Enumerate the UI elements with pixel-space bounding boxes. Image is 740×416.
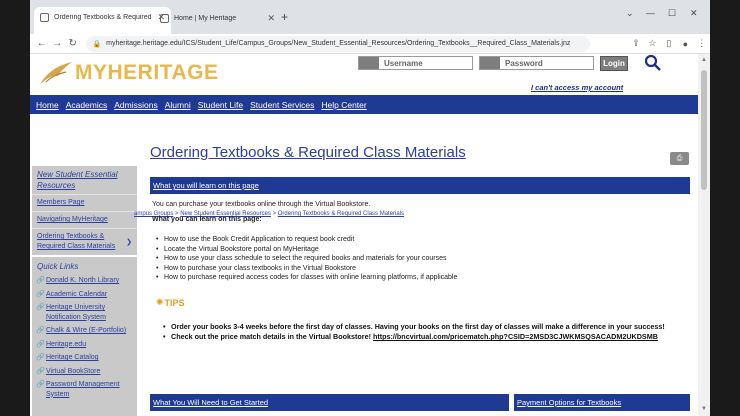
link-icon: 🔗 [36,381,45,388]
nav-student-services[interactable]: Student Services [250,100,314,110]
nav-alumni[interactable]: Alumni [165,100,191,110]
user-icon [359,57,379,69]
back-icon[interactable]: ← [34,38,49,49]
nav-student-life[interactable]: Student Life [198,100,243,110]
quick-link[interactable]: 🔗 Heritage.edu [32,338,137,352]
username-field[interactable]: Username [358,56,473,70]
address-bar: ← → ↻ 🔒 myheritage.heritage.edu/ICS/Stud… [30,34,710,54]
learn-section-bar[interactable]: What you will learn on this page [150,177,690,194]
url-field[interactable]: 🔒 myheritage.heritage.edu/ICS/Student_Li… [86,35,590,52]
link-icon: 🔗 [36,340,45,348]
scroll-thumb[interactable] [701,70,707,190]
sidebar-group-new-student[interactable]: New Student Essential Resources [32,166,137,194]
sidebar-item-members-page[interactable]: Members Page [32,194,137,211]
sidebar: New Student Essential Resources Members … [32,166,137,416]
page-icon [40,12,49,22]
quick-link[interactable]: 🔗 Donald K. North Library [32,274,137,288]
sidepanel-icon[interactable]: ▯ [661,38,677,49]
login-button[interactable]: Login [600,56,628,71]
cant-access-link[interactable]: I can't access my account [531,83,623,92]
bird-logo-icon [40,62,72,84]
link-icon: 🔗 [36,327,45,334]
tab-ordering-textbooks[interactable]: Ordering Textbooks & Required ✕ [34,7,171,34]
tab-home[interactable]: Home | My Heritage ✕ [154,8,281,28]
reload-icon[interactable]: ↻ [65,38,80,49]
star-icon[interactable]: ☆ [644,38,660,49]
profile-icon[interactable]: ● [677,39,693,49]
sidebar-item-navigating[interactable]: Navigating MyHeritage [32,211,137,228]
learn-list: How to use the Book Credit Application t… [156,235,457,283]
scroll-down-icon[interactable]: ▼ [701,406,707,412]
learn-heading: What you can learn on this page: [152,216,262,223]
price-match-link[interactable]: https://bncvirtual.com/pricematch.php?CS… [373,332,658,341]
tips-badge: ✺ TIPS [156,297,185,308]
quick-link[interactable]: 🔗 Virtual BookStore [32,365,137,379]
search-icon[interactable] [644,54,662,72]
get-started-bar[interactable]: What You Will Need to Get Started [150,394,509,411]
link-icon: 🔗 [36,304,45,311]
quick-link[interactable]: 🔗 Password Management System [32,378,137,401]
forward-icon[interactable]: → [49,38,64,49]
chevron-down-icon[interactable]: ⌄ [626,8,634,19]
page-title: Ordering Textbooks & Required Class Mate… [150,144,466,161]
maximize-icon[interactable]: ☐ [668,8,676,19]
share-icon[interactable]: ⇪ [628,38,644,49]
quick-link[interactable]: 🔗 Heritage University Notification System [32,301,137,324]
main-nav: Home Academics Admissions Alumni Student… [30,95,698,114]
quick-links-heading: Quick Links [32,255,137,274]
password-field[interactable]: Password [479,56,594,70]
tip-item: Order your books 3-4 weeks before the fi… [163,322,691,332]
chevron-down-icon[interactable]: ❯ [126,238,132,248]
list-item: How to use the Book Credit Application t… [156,235,457,245]
payment-options-bar[interactable]: Payment Options for Textbooks [514,394,690,411]
print-icon[interactable]: ⎙ [670,152,689,165]
quick-link[interactable]: 🔗 Academic Calendar [32,288,137,302]
nav-help-center[interactable]: Help Center [321,100,366,110]
breadcrumb-ordering-textbooks[interactable]: Ordering Textbooks & Required Class Mate… [278,211,404,217]
close-window-icon[interactable]: ✕ [690,8,698,19]
tip-item: Check out the price match details in the… [163,332,691,342]
browser-window: Ordering Textbooks & Required ✕ Home | M… [30,0,710,416]
quick-link[interactable]: 🔗 Heritage Catalog [32,351,137,365]
list-item: How to use your class schedule to select… [156,254,457,264]
link-icon: 🔗 [36,277,45,284]
close-icon[interactable]: ✕ [267,13,275,24]
nav-academics[interactable]: Academics [66,100,108,110]
page-scrollbar[interactable]: ▲ ▼ [698,54,710,416]
scroll-up-icon[interactable]: ▲ [701,57,707,63]
lock-icon[interactable]: 🔒 [92,40,101,48]
page-icon [160,13,169,23]
nav-admissions[interactable]: Admissions [114,100,157,110]
tips-list: Order your books 3-4 weeks before the fi… [163,322,691,342]
minimize-icon[interactable]: — [646,8,655,18]
tab-strip: Ordering Textbooks & Required ✕ Home | M… [30,0,710,34]
link-icon: 🔗 [36,367,45,375]
new-tab-icon[interactable]: + [281,10,288,24]
list-item: Locate the Virtual Bookstore portal on M… [156,245,457,255]
link-icon: 🔗 [36,290,45,298]
intro-text: You can purchase your textbooks online t… [152,201,371,208]
list-item: How to purchase required access codes fo… [156,273,457,283]
list-item: How to purchase your class textbooks in … [156,264,457,274]
quick-link[interactable]: 🔗 Chalk & Wire (E-Portfolio) [32,324,137,338]
myheritage-logo[interactable]: MYHERITAGE [38,58,218,88]
key-icon [480,57,500,69]
sidebar-item-ordering-textbooks[interactable]: Ordering Textbooks & Required Class Mate… [32,228,137,255]
menu-icon[interactable]: ⋮ [694,38,710,49]
nav-home[interactable]: Home [36,100,59,110]
lightbulb-icon: ✺ [156,297,164,307]
link-icon: 🔗 [36,354,45,361]
